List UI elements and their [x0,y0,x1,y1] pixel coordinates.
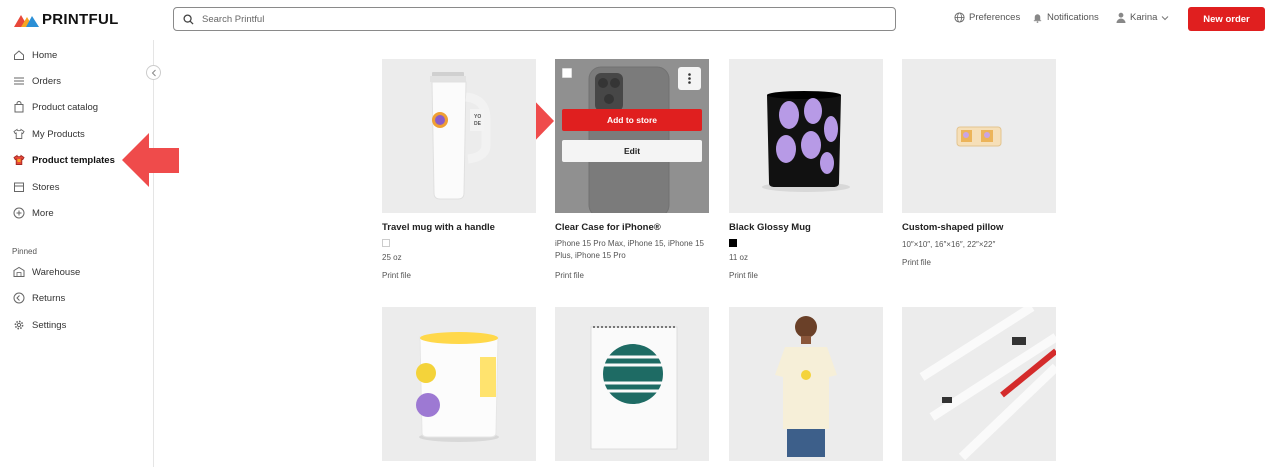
search-bar[interactable] [173,7,896,31]
sidebar-item-home[interactable]: Home [13,49,57,61]
notifications-label: Notifications [1047,12,1099,23]
accent-mug-image [416,332,499,442]
preferences-label: Preferences [969,12,1021,23]
print-file-label: Print file [382,271,411,280]
product-card-kids-tee[interactable] [729,307,883,461]
sidebar-item-my-products[interactable]: My Products [13,128,85,140]
product-card-accent-mug[interactable] [382,307,536,461]
return-icon [13,292,25,304]
lanyard-image [919,303,1060,461]
add-to-store-button[interactable]: Add to store [562,109,702,131]
print-file-label: Print file [729,271,758,280]
bag-icon [14,101,24,113]
sidebar-item-stores[interactable]: Stores [13,181,59,193]
store-icon [14,182,24,192]
sidebar-item-label: Warehouse [32,266,81,278]
sidebar-item-label: Product templates [32,154,115,166]
preferences-button[interactable]: Preferences [954,12,1020,23]
plus-circle-icon [13,207,25,219]
kids-tee-image [775,316,837,457]
home-icon [14,50,24,60]
product-name[interactable]: Black Glossy Mug [729,222,811,233]
top-header: PRINTFUL Preferences Notifications Karin… [0,0,1280,40]
product-variant: 11 oz [729,253,748,262]
product-image[interactable] [555,307,709,461]
sidebar-item-product-templates[interactable]: Product templates [13,154,115,166]
sidebar-item-orders[interactable]: Orders [13,75,61,87]
product-card-clear-case[interactable]: Add to store Edit Clear Case for iPhone®… [555,59,709,289]
collapse-sidebar-button[interactable] [146,65,161,80]
sidebar-item-returns[interactable]: Returns [13,292,65,304]
user-name: Karina [1130,12,1158,23]
product-name[interactable]: Custom-shaped pillow [902,222,1003,233]
bell-icon [1033,14,1042,23]
search-input[interactable] [202,13,852,25]
black-mug-image [762,91,850,192]
product-card-pillow[interactable]: Custom-shaped pillow 10″×10″, 16″×16″, 2… [902,59,1056,289]
product-name[interactable]: Clear Case for iPhone® [555,222,661,233]
product-card-calendar[interactable] [555,307,709,461]
product-image[interactable] [729,59,883,213]
sidebar-item-label: More [32,207,54,219]
product-name[interactable]: Travel mug with a handle [382,222,495,233]
gear-icon [14,320,24,330]
pillow-image [956,126,1002,147]
sidebar: Home Orders Product catalog My Products … [0,40,154,467]
sidebar-item-label: My Products [32,128,85,140]
print-file-label: Print file [902,258,931,267]
select-checkbox[interactable] [562,68,572,78]
product-image[interactable] [902,59,1056,213]
sidebar-item-label: Returns [32,292,66,304]
globe-icon [954,12,965,23]
new-order-button[interactable]: New order [1188,7,1265,31]
sidebar-item-label: Product catalog [32,101,99,113]
sidebar-item-settings[interactable]: Settings [13,319,66,331]
tshirt-color-icon [13,154,25,165]
product-card-lanyard[interactable] [902,303,1060,461]
search-icon [183,13,194,25]
user-menu[interactable]: Karina [1116,12,1169,23]
calendar-image [590,326,678,450]
sidebar-item-label: Stores [32,181,60,193]
color-swatch [382,239,390,247]
product-variant: 25 oz [382,253,402,262]
annotation-arrow-left [122,133,179,187]
product-image[interactable] [729,307,883,461]
sidebar-item-label: Settings [32,319,67,331]
product-variant: iPhone 15 Pro Max, iPhone 15, iPhone 15 … [555,239,704,260]
chevron-down-icon [1162,15,1169,20]
chevron-left-icon [151,69,156,76]
print-file-label: Print file [555,271,584,280]
sidebar-item-warehouse[interactable]: Warehouse [13,266,80,278]
user-icon [1116,12,1126,23]
more-options-button[interactable] [678,67,701,90]
sidebar-item-product-catalog[interactable]: Product catalog [13,101,98,113]
product-image[interactable]: YO DE [382,59,536,213]
travel-mug-image: YO DE [430,72,491,200]
product-card-black-mug[interactable]: Black Glossy Mug 11 oz Print file [729,59,883,289]
notifications-button[interactable]: Notifications [1032,12,1099,23]
product-card-travel-mug[interactable]: YO DE Travel mug with a handle 25 oz Pri… [382,59,536,289]
product-image[interactable] [902,303,1060,461]
warehouse-icon [13,266,25,277]
svg-text:DE: DE [474,121,482,127]
svg-text:YO: YO [474,114,481,120]
logo-text: PRINTFUL [42,11,119,28]
product-variant: 10″×10″, 16″×16″, 22″×22″ [902,240,996,249]
list-icon [14,77,24,85]
edit-button[interactable]: Edit [562,140,702,162]
kebab-menu-icon [688,73,691,84]
sidebar-item-more[interactable]: More [13,207,54,219]
sidebar-item-label: Home [32,49,58,61]
color-swatch [729,239,737,247]
tshirt-icon [13,128,25,139]
product-image[interactable] [382,307,536,461]
pinned-label: Pinned [12,247,37,256]
printful-logo[interactable]: PRINTFUL [14,11,119,28]
logo-mark-icon [14,14,39,27]
sidebar-item-label: Orders [32,75,62,87]
